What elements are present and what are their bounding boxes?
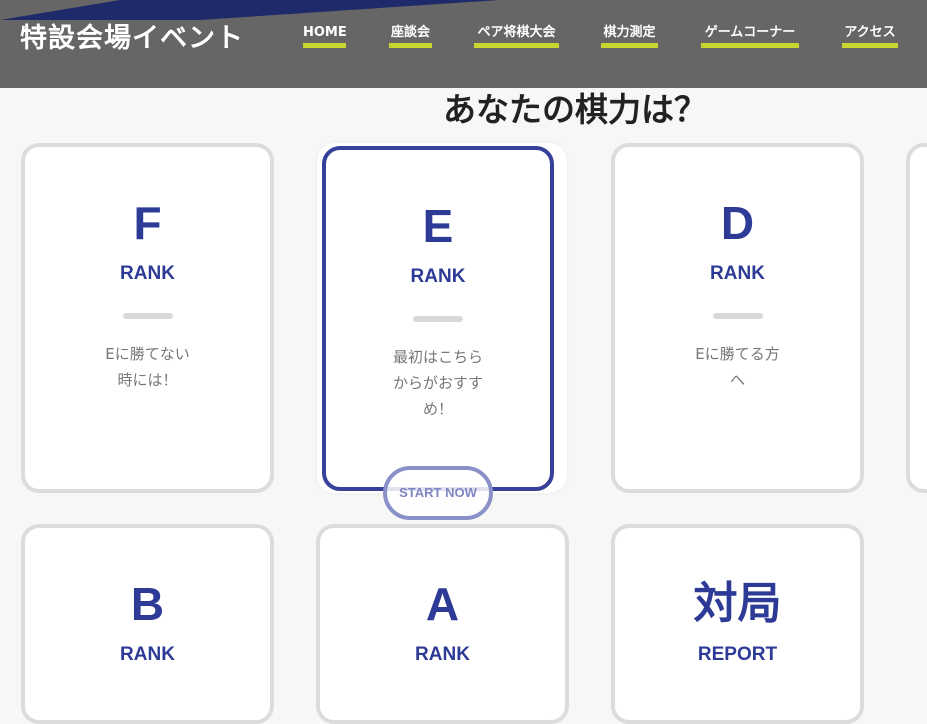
rank-card-a[interactable]: A RANK [316,524,569,724]
rank-card-f[interactable]: F RANK Eに勝てない 時には！ [21,143,274,493]
rank-letter: E [422,200,454,252]
rank-label: RANK [120,263,175,284]
start-now-button[interactable]: START NOW [383,466,493,520]
divider [413,316,463,322]
rank-letter: B [130,578,165,630]
nav-zadankai[interactable]: 座談会 [389,24,432,48]
rank-card-e[interactable]: E RANK 最初はこちら からがおすす め！ [322,146,554,491]
rank-label: RANK [415,644,470,665]
rank-card-partial[interactable] [906,143,927,493]
report-title: 対局 [693,578,782,629]
rank-card-d[interactable]: D RANK Eに勝てる方 へ [611,143,864,493]
rank-description: 最初はこちら からがおすす め！ [392,348,483,418]
rank-label: RANK [710,263,765,284]
nav-access[interactable]: アクセス [842,24,898,48]
nav-pair-shogi[interactable]: ペア将棋大会 [474,24,559,48]
divider [122,313,173,319]
rank-letter: F [133,197,162,249]
rank-description: Eに勝てない 時には！ [105,345,190,389]
site-header: 特設会場イベント HOME 座談会 ペア将棋大会 棋力測定 ゲームコーナー アク… [0,0,927,88]
rank-letter: A [425,578,460,630]
report-card[interactable]: 対局 REPORT [611,524,864,724]
nav-home[interactable]: HOME [303,24,347,48]
rank-description: Eに勝てる方 へ [695,345,780,389]
divider [712,313,763,319]
rank-label: RANK [410,266,466,287]
nav-game-corner[interactable]: ゲームコーナー [701,24,799,48]
nav-rating-test[interactable]: 棋力測定 [601,24,658,48]
rank-label: RANK [120,644,175,665]
rank-card-b[interactable]: B RANK [21,524,274,724]
site-title[interactable]: 特設会場イベント [20,16,244,55]
report-label: REPORT [697,644,778,665]
rank-letter: D [720,197,755,249]
section-title: あなたの棋力は？ [443,90,707,129]
